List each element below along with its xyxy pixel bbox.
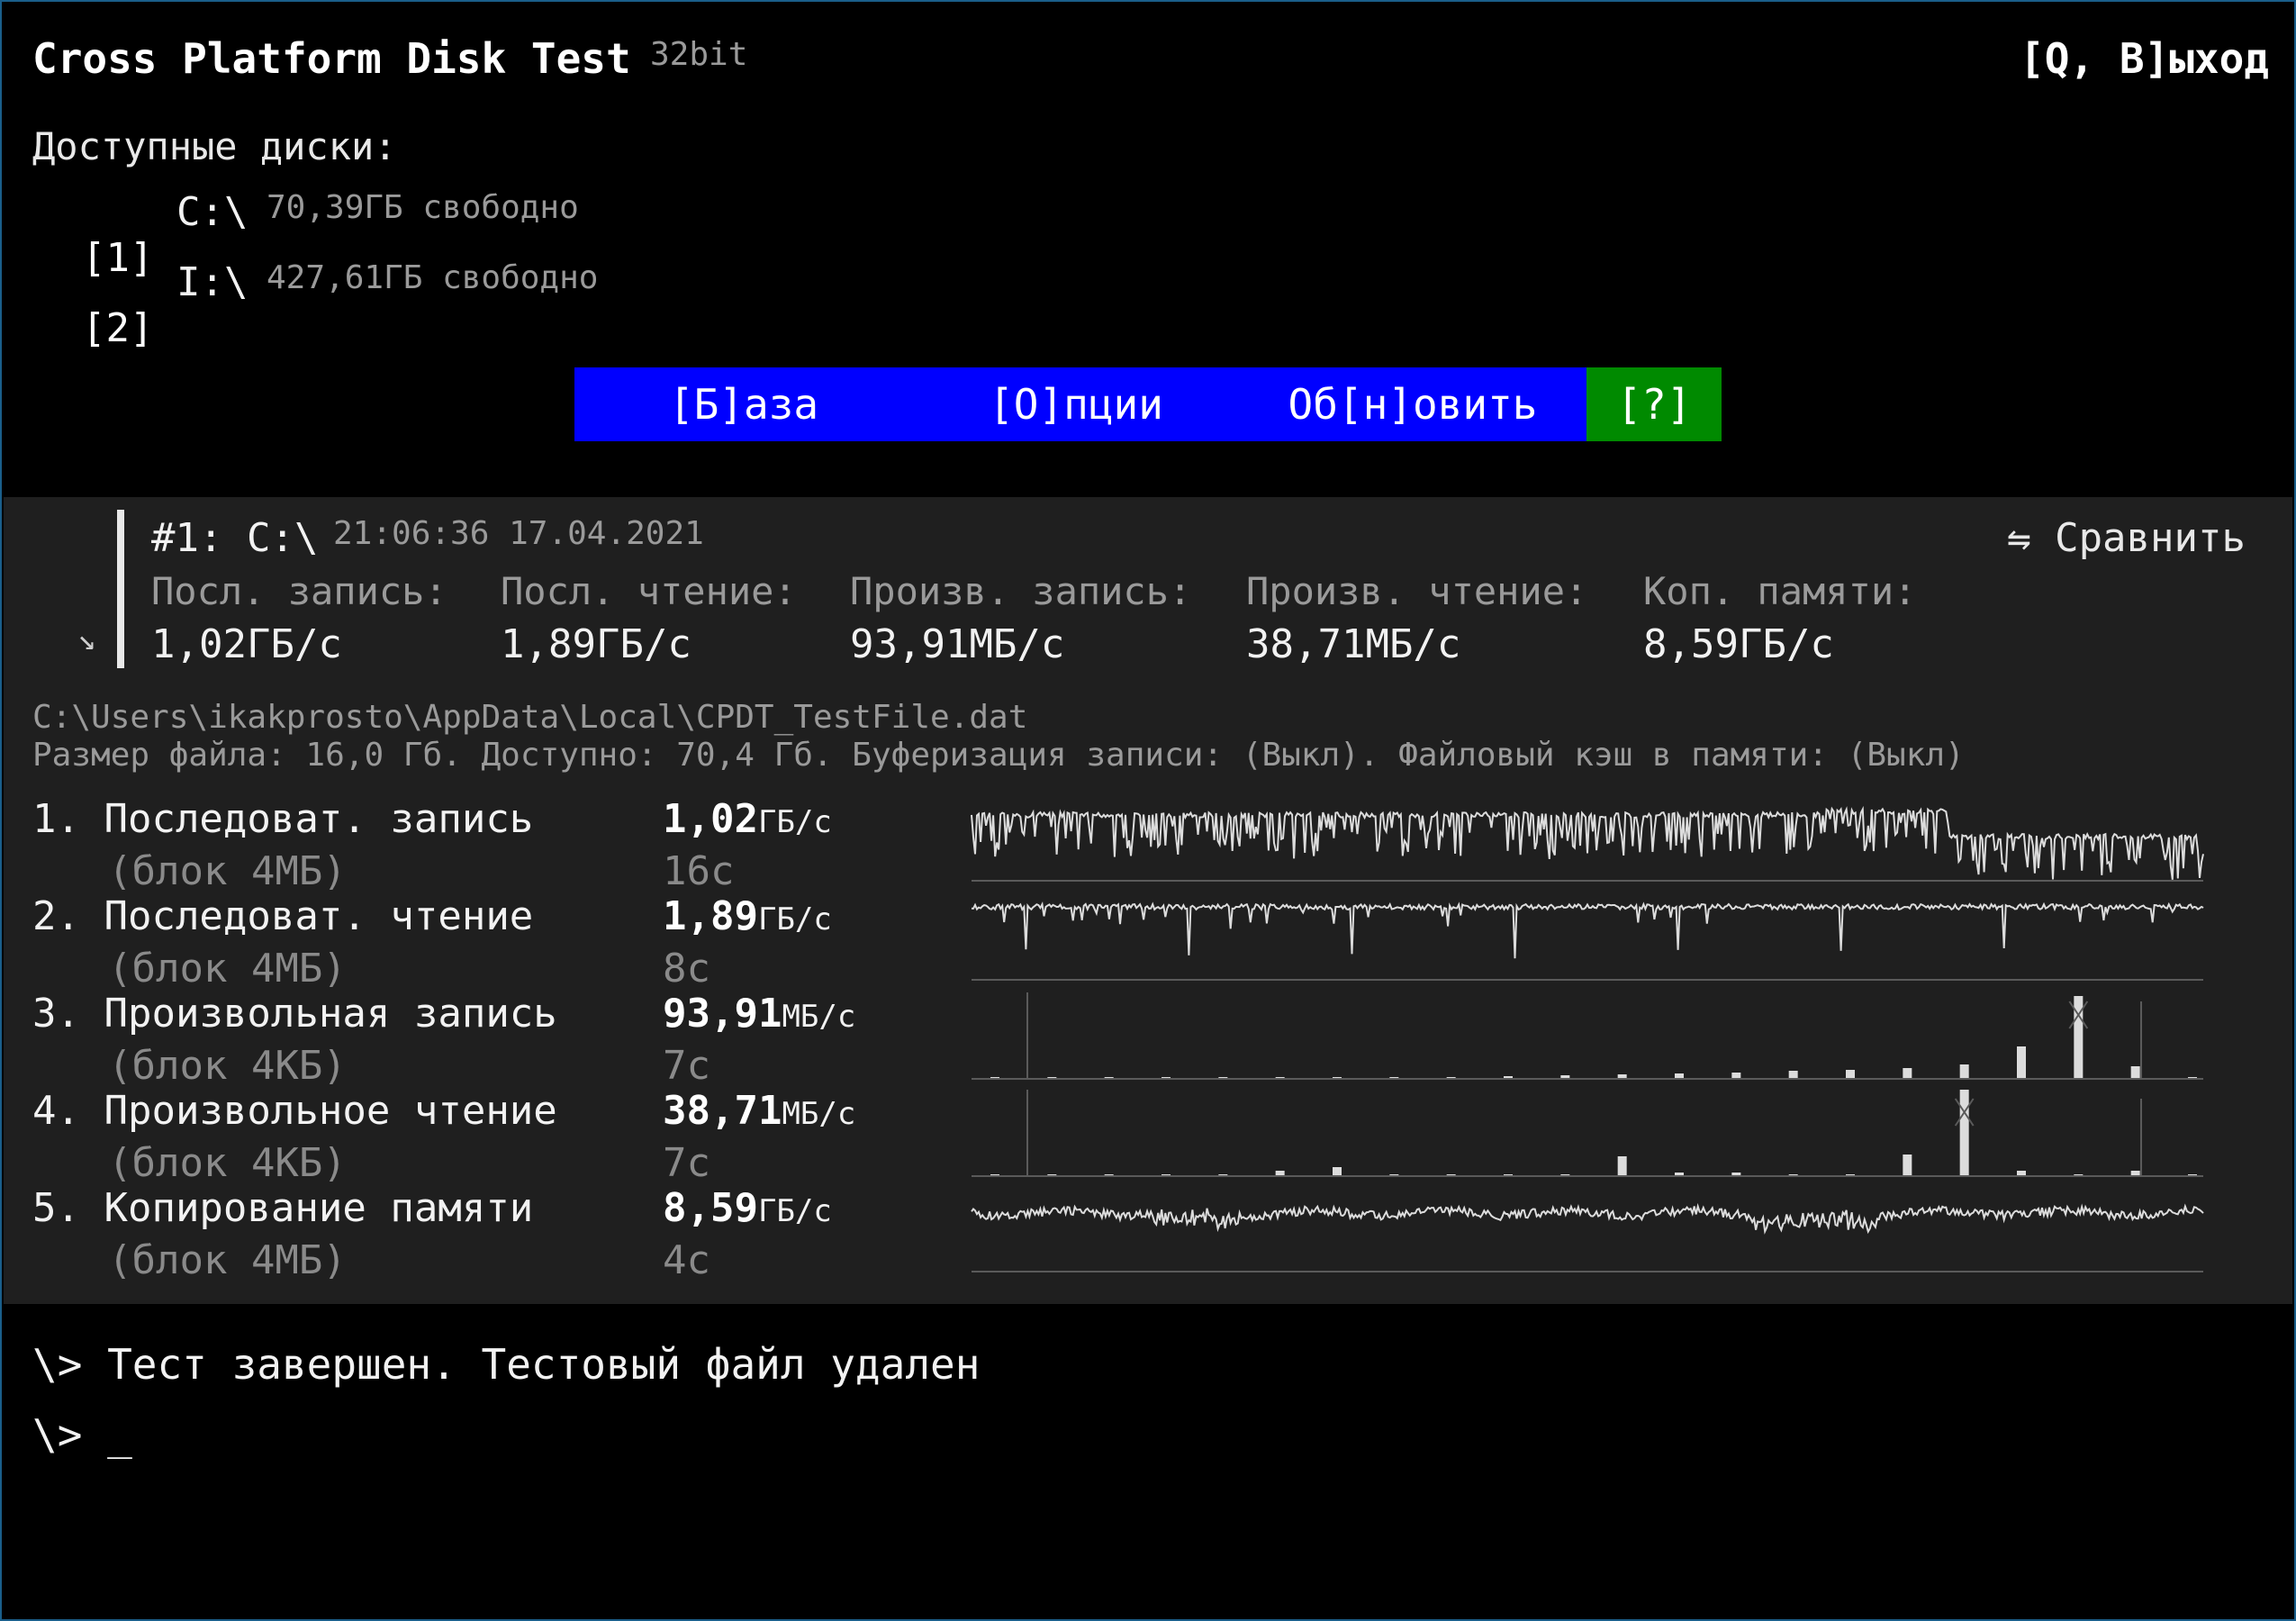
- graph-random-read: [972, 1090, 2203, 1177]
- graph-bar: [1959, 1090, 1969, 1176]
- console-input-line[interactable]: \> _: [32, 1410, 132, 1459]
- graph-line: [971, 805, 2204, 880]
- test-block-size: (блок 4МБ): [108, 946, 347, 992]
- graph-line: [971, 901, 2204, 959]
- test-duration: 7с: [663, 1043, 710, 1089]
- base-button[interactable]: [Б]аза: [574, 367, 913, 441]
- console-cursor: _: [107, 1410, 132, 1459]
- test-block-size: (блок 4МБ): [108, 848, 347, 894]
- console-prompt: \>: [32, 1410, 83, 1459]
- drive-letter: C:\: [176, 189, 249, 235]
- test-name: 5. Копирование памяти: [32, 1185, 534, 1231]
- graph-seq-write: [971, 805, 2204, 882]
- test-duration: 4с: [663, 1237, 710, 1283]
- result-heading: #1: C:\: [151, 515, 319, 561]
- summary-marker-bar: [117, 510, 124, 668]
- test-value-unit: ГБ/с: [757, 901, 832, 937]
- summary-label-mem-copy: Коп. памяти:: [1643, 569, 1917, 613]
- test-duration: 16с: [663, 848, 735, 894]
- test-value: 1,89ГБ/с: [663, 893, 832, 939]
- test-value: 38,71МБ/с: [663, 1088, 855, 1134]
- test-file-path: C:\Users\ikakprosto\AppData\Local\CPDT_T…: [32, 699, 1028, 736]
- compare-button[interactable]: ⇋ Сравнить: [2007, 515, 2246, 561]
- graph-bar: [1731, 1073, 1741, 1079]
- summary-value-rnd-write: 93,91МБ/с: [850, 621, 1065, 667]
- exit-button[interactable]: [Q, В]ыход: [2020, 34, 2269, 83]
- summary-value-seq-write: 1,02ГБ/с: [151, 621, 342, 667]
- test-value-unit: ГБ/с: [757, 804, 832, 840]
- test-value-unit: МБ/с: [782, 999, 856, 1035]
- graph-bar: [1788, 1071, 1798, 1079]
- graph-bar: [1333, 1167, 1342, 1176]
- test-value-number: 8,59: [663, 1185, 758, 1231]
- graph-seq-read: [971, 901, 2204, 981]
- test-value: 93,91МБ/с: [663, 991, 855, 1037]
- collapse-arrow-icon[interactable]: ↘: [77, 621, 95, 657]
- test-duration: 7с: [663, 1140, 710, 1186]
- console-prompt: \>: [32, 1340, 83, 1389]
- test-value: 1,02ГБ/с: [663, 796, 832, 842]
- graph-bar: [1959, 1064, 1969, 1079]
- test-block-size: (блок 4МБ): [108, 1237, 347, 1283]
- throughput-graphs: [971, 805, 2204, 1272]
- refresh-button[interactable]: Об[н]овить: [1239, 367, 1586, 441]
- graph-bar: [1846, 1070, 1855, 1079]
- summary-value-seq-read: 1,89ГБ/с: [501, 621, 692, 667]
- test-value-number: 1,02: [663, 796, 758, 842]
- drive-key: [2]: [81, 305, 154, 351]
- summary-value-mem-copy: 8,59ГБ/с: [1643, 621, 1834, 667]
- summary-label-rnd-write: Произв. запись:: [850, 569, 1192, 613]
- app-bits-label: 32bit: [650, 36, 748, 73]
- graph-bar: [2130, 1066, 2140, 1079]
- drive-item-i[interactable]: [2] I:\ 427,61ГБ свободно: [34, 259, 598, 443]
- console-line: \> Тест завершен. Тестовый файл удален: [32, 1340, 980, 1389]
- app-title: Cross Platform Disk Test: [32, 34, 631, 83]
- graph-bar: [1903, 1068, 1912, 1079]
- summary-label-seq-read: Посл. чтение:: [501, 569, 797, 613]
- test-block-size: (блок 4КБ): [108, 1140, 347, 1186]
- graph-bar: [1903, 1155, 1912, 1176]
- test-value-unit: МБ/с: [782, 1096, 856, 1132]
- drive-free-space: 427,61ГБ свободно: [267, 259, 599, 296]
- test-value-unit: ГБ/с: [757, 1193, 832, 1229]
- graph-line: [971, 1202, 2204, 1235]
- graph-bar: [1617, 1156, 1627, 1176]
- test-value-number: 93,91: [663, 991, 782, 1037]
- test-value: 8,59ГБ/с: [663, 1185, 832, 1231]
- summary-label-rnd-read: Произв. чтение:: [1246, 569, 1588, 613]
- test-value-number: 1,89: [663, 893, 758, 939]
- test-block-size: (блок 4КБ): [108, 1043, 347, 1089]
- result-timestamp: 21:06:36 17.04.2021: [333, 515, 704, 552]
- test-file-info: Размер файла: 16,0 Гб. Доступно: 70,4 Гб…: [32, 737, 1965, 774]
- graph-random-write: [972, 992, 2203, 1080]
- test-name: 1. Последоват. запись: [32, 796, 534, 842]
- summary-label-seq-write: Посл. запись:: [151, 569, 447, 613]
- graph-memory-copy: [971, 1202, 2204, 1272]
- summary-value-rnd-read: 38,71МБ/с: [1246, 621, 1461, 667]
- graph-bar: [2074, 996, 2084, 1079]
- graph-bar: [2017, 1046, 2026, 1079]
- drive-letter: I:\: [176, 259, 249, 305]
- main-menu: [Б]аза [О]пции Об[н]овить [?]: [574, 367, 1722, 441]
- test-value-number: 38,71: [663, 1088, 782, 1134]
- drives-title: Доступные диски:: [32, 124, 397, 168]
- help-button[interactable]: [?]: [1586, 367, 1722, 441]
- test-name: 3. Произвольная запись: [32, 991, 557, 1037]
- test-name: 4. Произвольное чтение: [32, 1088, 557, 1134]
- test-duration: 8с: [663, 946, 710, 992]
- console-message: Тест завершен. Тестовый файл удален: [107, 1340, 981, 1389]
- options-button[interactable]: [О]пции: [913, 367, 1239, 441]
- test-name: 2. Последоват. чтение: [32, 893, 534, 939]
- drive-free-space: 70,39ГБ свободно: [267, 189, 579, 226]
